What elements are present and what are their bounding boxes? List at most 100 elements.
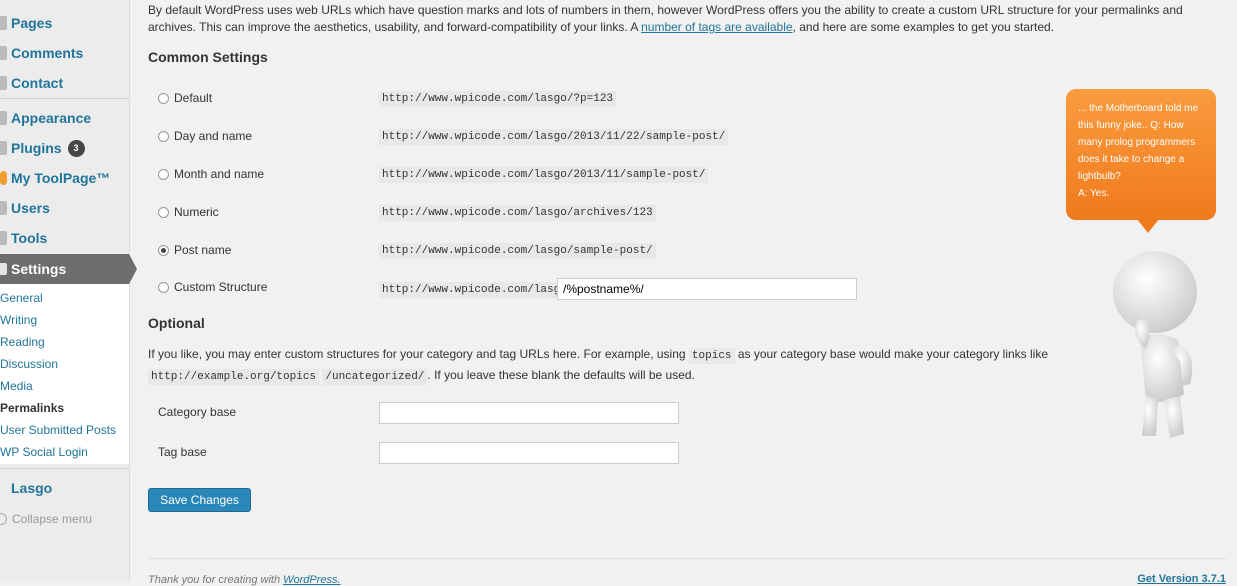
plugins-update-badge: 3 — [67, 139, 85, 157]
figure-right-leg — [1164, 396, 1184, 438]
option-label: Default — [174, 91, 213, 105]
figure-left-leg — [1142, 396, 1158, 436]
optional-text: If you like, you may enter custom struct… — [148, 347, 689, 361]
category-base-label: Category base — [158, 405, 237, 419]
bubble-line: A: Yes. — [1078, 188, 1110, 199]
menu-item-plugins[interactable]: Plugins 3 — [0, 133, 129, 163]
menu-separator — [0, 98, 129, 99]
menu-item-lasgo[interactable]: Lasgo — [11, 480, 52, 496]
menu-item-tools[interactable]: Tools — [0, 223, 129, 253]
menu-label: Appearance — [11, 110, 92, 126]
optional-description: If you like, you may enter custom struct… — [148, 345, 1218, 387]
menu-item-toolpage[interactable]: My ToolPage™ — [0, 163, 129, 193]
radio-numeric[interactable] — [158, 206, 169, 218]
settings-current-arrow — [129, 254, 137, 284]
submenu-writing[interactable]: Writing — [0, 309, 37, 331]
menu-separator — [0, 468, 129, 469]
get-version-link[interactable]: Get Version 3.7.1 — [1137, 573, 1226, 585]
submenu-permalinks[interactable]: Permalinks — [0, 397, 64, 419]
submenu-discussion[interactable]: Discussion — [0, 353, 58, 375]
bubble-line: lightbulb? — [1078, 171, 1121, 182]
code-example-url: http://example.org/topics — [148, 369, 320, 385]
footer-text: Thank you for creating with — [148, 574, 284, 586]
appearance-icon — [0, 111, 7, 125]
intro-text-end: , and here are some examples to get you … — [792, 20, 1055, 34]
speech-bubble-tail — [1137, 219, 1159, 233]
common-settings-heading: Common Settings — [148, 49, 268, 65]
contact-icon — [0, 76, 7, 90]
tag-base-input[interactable] — [379, 442, 679, 464]
tools-icon — [0, 231, 7, 245]
wordpress-link[interactable]: WordPress. — [283, 574, 340, 586]
submenu-reading[interactable]: Reading — [0, 331, 45, 353]
submenu-user-submitted-posts[interactable]: User Submitted Posts — [0, 419, 116, 441]
optional-text: . If you leave these blank the defaults … — [427, 368, 695, 382]
users-icon — [0, 201, 7, 215]
radio-day-and-name[interactable] — [158, 130, 169, 142]
example-default: http://www.wpicode.com/lasgo/?p=123 — [379, 91, 617, 107]
custom-structure-input[interactable] — [557, 278, 857, 300]
menu-label: Users — [11, 200, 50, 216]
radio-custom-structure[interactable] — [158, 281, 169, 293]
figure-left-arm-to-chin — [1134, 319, 1150, 348]
footer-credit: Thank you for creating with WordPress. — [148, 574, 341, 586]
option-default[interactable]: Default — [158, 88, 212, 108]
code-topics: topics — [688, 348, 735, 364]
submenu-media[interactable]: Media — [0, 375, 33, 397]
optional-heading: Optional — [148, 315, 205, 331]
option-day-and-name[interactable]: Day and name — [158, 126, 252, 146]
settings-submenu: General Writing Reading Discussion Media… — [0, 284, 129, 464]
radio-default[interactable] — [158, 92, 169, 104]
radio-month-and-name[interactable] — [158, 168, 169, 180]
collapse-label: Collapse menu — [12, 512, 93, 526]
collapse-icon — [0, 513, 7, 525]
bubble-line: many prolog programmers — [1078, 137, 1196, 148]
option-label: Custom Structure — [174, 280, 268, 294]
option-month-and-name[interactable]: Month and name — [158, 164, 264, 184]
permalink-settings-main: By default WordPress uses web URLs which… — [148, 0, 1228, 586]
option-label: Day and name — [174, 129, 253, 143]
bubble-line: this funny joke.. Q: How — [1078, 120, 1184, 131]
example-post-name: http://www.wpicode.com/lasgo/sample-post… — [379, 243, 656, 259]
tags-available-link[interactable]: number of tags are available — [641, 20, 792, 34]
thinking-3d-man-figure — [1113, 251, 1197, 438]
option-numeric[interactable]: Numeric — [158, 202, 219, 222]
option-custom-structure[interactable]: Custom Structure — [158, 277, 267, 297]
toolpage-icon — [0, 171, 7, 185]
menu-item-appearance[interactable]: Appearance — [0, 103, 129, 133]
category-base-input[interactable] — [379, 402, 679, 424]
menu-item-settings[interactable]: Settings — [0, 254, 129, 284]
radio-post-name[interactable] — [158, 244, 169, 256]
admin-sidebar: Pages Comments Contact Appearance Plugin… — [0, 0, 130, 581]
example-day-and-name: http://www.wpicode.com/lasgo/2013/11/22/… — [379, 129, 729, 145]
menu-label: Settings — [11, 261, 67, 277]
save-changes-button[interactable]: Save Changes — [148, 488, 251, 512]
option-label: Numeric — [174, 205, 219, 219]
menu-label: Contact — [11, 75, 64, 91]
joke-speech-bubble: ... the Motherboard told me this funny j… — [1066, 89, 1216, 220]
submenu-wp-social-login[interactable]: WP Social Login — [0, 441, 88, 463]
example-numeric: http://www.wpicode.com/lasgo/archives/12… — [379, 205, 656, 221]
optional-text: as your category base would make your ca… — [734, 347, 1049, 361]
menu-label: Pages — [11, 15, 53, 31]
menu-label: Plugins — [11, 140, 62, 156]
comments-icon — [0, 46, 7, 60]
menu-item-contact[interactable]: Contact — [0, 68, 129, 98]
menu-item-pages[interactable]: Pages — [0, 8, 129, 38]
submenu-general[interactable]: General — [0, 287, 43, 309]
menu-item-users[interactable]: Users — [0, 193, 129, 223]
option-post-name[interactable]: Post name — [158, 240, 231, 260]
pages-icon — [0, 16, 7, 30]
option-label: Month and name — [174, 167, 265, 181]
custom-structure-prefix: http://www.wpicode.com/lasgo — [379, 282, 570, 298]
menu-label: My ToolPage™ — [11, 170, 111, 186]
menu-label: Tools — [11, 230, 48, 246]
example-month-and-name: http://www.wpicode.com/lasgo/2013/11/sam… — [379, 167, 709, 183]
plugins-icon — [0, 141, 7, 155]
footer-divider — [148, 558, 1226, 559]
option-label: Post name — [174, 243, 232, 257]
settings-icon — [0, 263, 7, 275]
bubble-line: does it take to change a — [1078, 154, 1185, 165]
menu-item-comments[interactable]: Comments — [0, 38, 129, 68]
collapse-menu-button[interactable]: Collapse menu — [0, 512, 92, 526]
